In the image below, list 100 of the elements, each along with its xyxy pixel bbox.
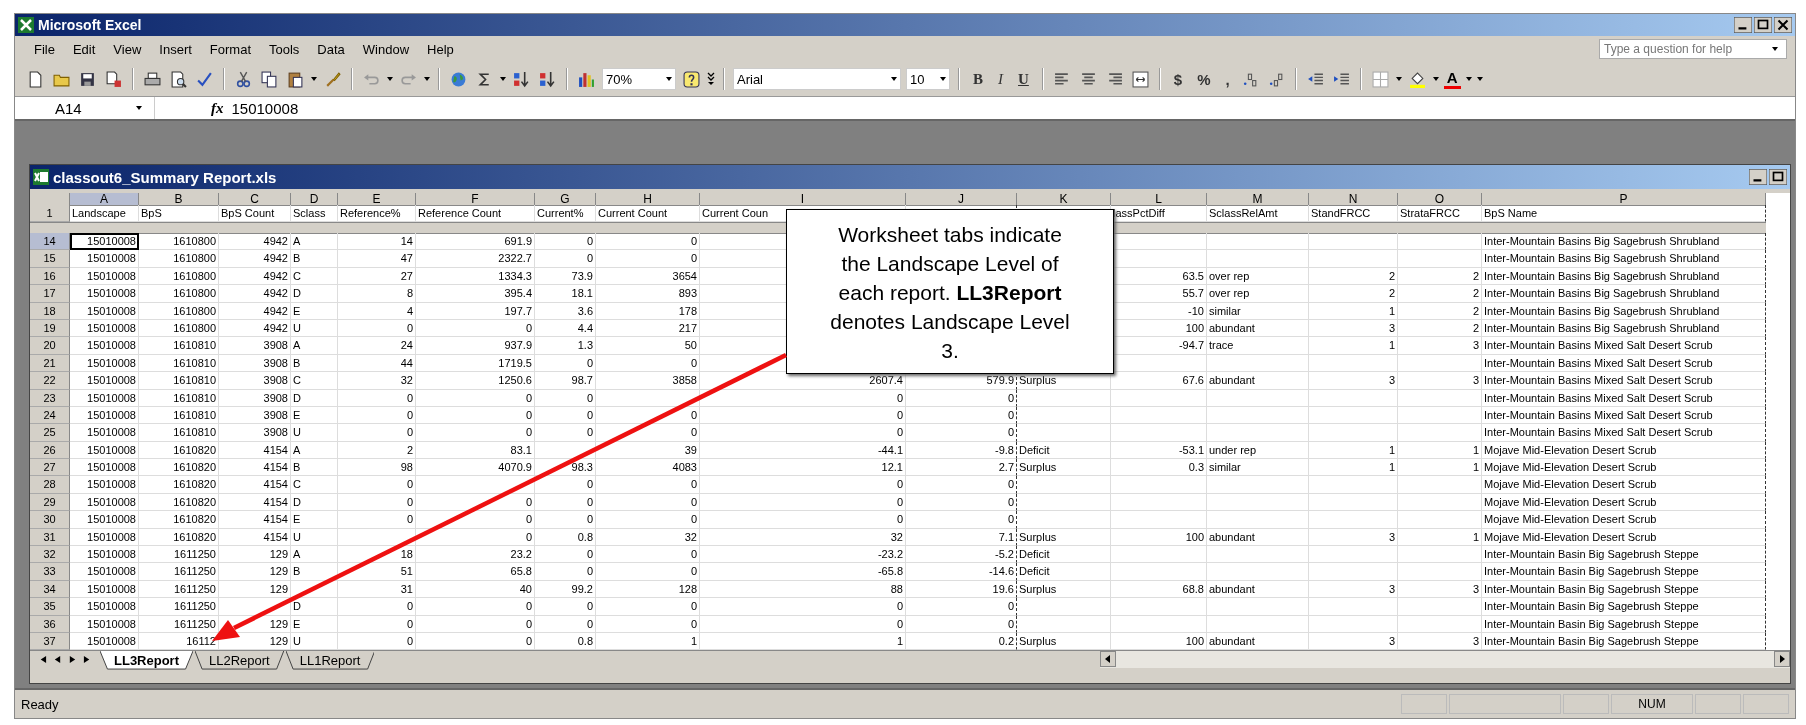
table-cell: 0 <box>416 406 535 425</box>
help-search-field[interactable]: Type a question for help <box>1599 39 1787 59</box>
row-number[interactable]: 28 <box>30 476 70 494</box>
table-cell: 32 <box>338 372 416 390</box>
column-heading[interactable]: P <box>1482 193 1766 206</box>
menu-item[interactable]: Tools <box>260 39 309 59</box>
table-cell: 14 <box>338 233 416 251</box>
table-cell: abundant <box>1207 372 1309 390</box>
table-cell: 7.1 <box>906 528 1017 547</box>
table-cell: 395.4 <box>416 285 535 303</box>
table-cell: 0 <box>596 511 700 529</box>
column-heading[interactable]: H <box>596 193 700 206</box>
table-cell: 32 <box>596 528 700 547</box>
menu-item[interactable]: Data <box>308 39 354 59</box>
table-cell: 0 <box>535 233 596 251</box>
table-cell: A <box>291 441 338 460</box>
table-cell: B <box>291 459 338 477</box>
table-cell: Mojave Mid-Elevation Desert Scrub <box>1482 476 1766 494</box>
table-cell: 1250.6 <box>416 372 535 390</box>
column-heading[interactable]: L <box>1111 193 1207 206</box>
format-button[interactable]: U <box>1013 70 1034 88</box>
menu-item[interactable]: Insert <box>150 39 201 59</box>
table-cell: over rep <box>1207 267 1309 286</box>
column-heading[interactable]: M <box>1207 193 1309 206</box>
menu-item[interactable]: Help <box>418 39 463 59</box>
column-heading[interactable]: D <box>291 193 338 206</box>
table-cell: 1610820 <box>139 441 219 460</box>
row-number[interactable]: 15 <box>30 250 70 268</box>
table-cell: 15010008 <box>70 511 139 529</box>
font-size-dropdown[interactable]: 10 <box>906 68 950 90</box>
row-number[interactable]: 32 <box>30 546 70 564</box>
format-button[interactable]: B <box>968 70 988 88</box>
row-number[interactable]: 17 <box>30 285 70 303</box>
table-cell: Mojave Mid-Elevation Desert Scrub <box>1482 511 1766 529</box>
table-cell: 1 <box>1309 302 1398 320</box>
menu-item[interactable]: Edit <box>63 39 105 59</box>
sheet-tab[interactable]: LL2Report <box>195 651 284 671</box>
row-number[interactable]: 22 <box>30 372 70 390</box>
row-number[interactable]: 30 <box>30 511 70 529</box>
function-label[interactable]: fx <box>211 99 224 117</box>
table-cell: 15010008 <box>70 406 139 425</box>
table-cell: 0 <box>596 250 700 268</box>
column-heading[interactable]: C <box>219 193 291 206</box>
row-number[interactable]: 27 <box>30 459 70 477</box>
table-cell: 129 <box>219 563 291 581</box>
row-number[interactable]: 20 <box>30 337 70 355</box>
table-cell: C <box>291 476 338 494</box>
table-cell: 68.8 <box>1111 580 1207 599</box>
column-heading[interactable]: F <box>416 193 535 206</box>
column-heading[interactable]: J <box>906 193 1017 206</box>
font-dropdown[interactable]: Arial <box>733 68 901 90</box>
table-cell: B <box>291 250 338 268</box>
column-heading[interactable]: E <box>338 193 416 206</box>
sheet-tab[interactable]: LL3Report <box>100 651 193 671</box>
table-cell: 4.4 <box>535 319 596 338</box>
number-format-button[interactable]: , <box>1220 70 1235 88</box>
table-cell: Mojave Mid-Elevation Desert Scrub <box>1482 493 1766 512</box>
table-cell: 83.1 <box>416 441 535 460</box>
table-cell: 15010008 <box>70 372 139 390</box>
table-cell: 4942 <box>219 267 291 286</box>
table-cell: 3908 <box>219 372 291 390</box>
menu-item[interactable]: Format <box>200 39 260 59</box>
formula-field[interactable]: 15010008 <box>231 99 1795 117</box>
table-cell: 1610800 <box>139 250 219 268</box>
table-cell: 2 <box>1398 267 1482 286</box>
column-heading[interactable]: A <box>70 193 139 206</box>
column-heading[interactable]: I <box>700 193 906 206</box>
row-number[interactable]: 1 <box>30 205 70 222</box>
table-cell: 1610820 <box>139 493 219 512</box>
table-cell: 2 <box>1309 267 1398 286</box>
menu-item[interactable]: View <box>104 39 151 59</box>
row-number[interactable]: 35 <box>30 598 70 616</box>
menu-item[interactable]: File <box>25 39 64 59</box>
row-number[interactable]: 14 <box>30 233 70 251</box>
table-cell: 1610810 <box>139 337 219 355</box>
format-button[interactable]: I <box>993 70 1008 88</box>
table-cell: 51 <box>338 563 416 581</box>
table-cell: 0 <box>535 563 596 581</box>
table-cell: 32 <box>700 528 906 547</box>
number-format-button[interactable]: % <box>1192 70 1216 88</box>
column-heading[interactable]: N <box>1309 193 1398 206</box>
row-number[interactable]: 33 <box>30 563 70 581</box>
table-cell: 1 <box>1309 337 1398 355</box>
font-color-button[interactable]: A <box>1443 69 1461 89</box>
column-heading[interactable]: B <box>139 193 219 206</box>
table-cell: Inter-Mountain Basins Mixed Salt Desert Scrub <box>1482 354 1766 373</box>
table-cell: 15010008 <box>70 319 139 338</box>
sheet-tab[interactable]: LL1Report <box>285 651 375 671</box>
column-heading[interactable]: K <box>1017 193 1111 206</box>
column-heading[interactable]: G <box>535 193 596 206</box>
number-format-button[interactable]: $ <box>1168 70 1188 88</box>
table-cell: Inter-Mountain Basin Big Sagebrush Steppe <box>1482 580 1766 599</box>
row-number[interactable]: 25 <box>30 424 70 442</box>
table-cell: 0 <box>416 424 535 442</box>
table-cell: -9.8 <box>906 441 1017 460</box>
table-cell: 0 <box>535 389 596 407</box>
column-heading[interactable]: O <box>1398 193 1482 206</box>
menu-item[interactable]: Window <box>353 39 419 59</box>
zoom-dropdown[interactable]: 70% <box>602 68 676 90</box>
table-cell: 1610810 <box>139 354 219 373</box>
